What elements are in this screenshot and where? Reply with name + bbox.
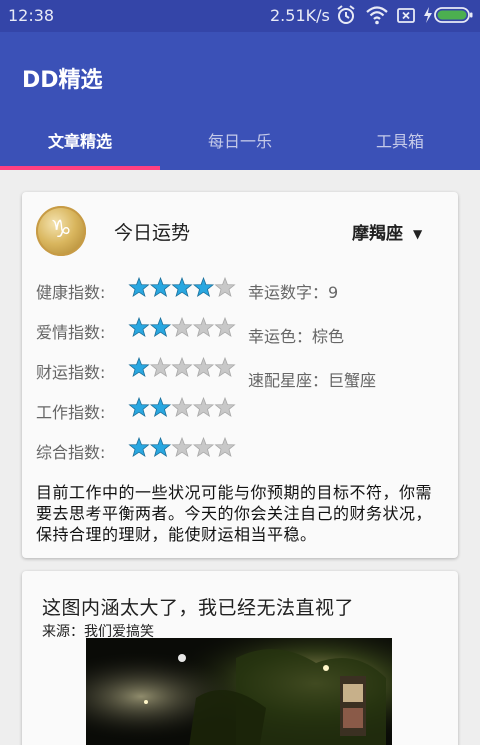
app-title: DD精选 (22, 68, 103, 93)
sim-icon (396, 4, 416, 30)
rating-label: 工作指数: (36, 403, 106, 422)
alarm-icon (336, 4, 356, 30)
tab-bar: 文章精选 每日一乐 工具箱 (0, 122, 480, 170)
battery-icon (434, 4, 474, 30)
network-speed: 2.51K/s (270, 6, 330, 25)
post-title[interactable]: 这图内涵太大了，我已经无法直视了 (42, 593, 354, 620)
star-empty-icon (192, 316, 215, 338)
star-rating (128, 396, 236, 418)
tab-daily-joke[interactable]: 每日一乐 (160, 122, 320, 170)
fortune-title: 今日运势 (114, 222, 191, 244)
star-empty-icon (171, 316, 193, 338)
star-filled-icon (171, 276, 193, 298)
app-bar: DD精选 文章精选 每日一乐 工具箱 (0, 32, 480, 170)
status-time: 12:38 (8, 6, 55, 25)
star-filled-icon (192, 276, 215, 298)
star-filled-icon (149, 436, 172, 458)
star-filled-icon (128, 436, 150, 458)
rating-label: 综合指数: (36, 443, 106, 462)
rating-label: 健康指数: (36, 283, 106, 302)
lucky-number: 幸运数字：9 (248, 283, 339, 302)
charging-icon (423, 4, 433, 30)
tab-indicator (0, 166, 160, 170)
match-sign: 速配星座：巨蟹座 (248, 371, 377, 390)
star-empty-icon (171, 396, 193, 418)
star-rating (128, 436, 236, 458)
fortune-description: 目前工作中的一些状况可能与你预期的目标不符，你需要去思考平衡两者。今天的你会关注… (36, 483, 433, 544)
star-rating (128, 316, 236, 338)
star-filled-icon (149, 316, 172, 338)
horoscope-card: ♑ 今日运势 摩羯座 ▼ 健康指数: 爱情指数: 财运指数: 工作指数: 综合指数… (22, 192, 458, 558)
star-empty-icon (171, 436, 193, 458)
rating-label: 财运指数: (36, 363, 106, 382)
star-rating (128, 356, 236, 378)
lucky-color: 幸运色：棕色 (248, 327, 345, 346)
post-image[interactable] (86, 638, 392, 745)
post-card[interactable]: 这图内涵太大了，我已经无法直视了 来源：我们爱搞笑 (22, 571, 458, 745)
tab-toolbox[interactable]: 工具箱 (320, 122, 480, 170)
star-empty-icon (214, 356, 236, 378)
star-rating (128, 276, 236, 298)
star-empty-icon (214, 276, 236, 298)
star-filled-icon (149, 276, 172, 298)
star-filled-icon (128, 396, 150, 418)
star-empty-icon (214, 396, 236, 418)
star-empty-icon (214, 436, 236, 458)
star-empty-icon (171, 356, 193, 378)
star-empty-icon (149, 356, 172, 378)
star-filled-icon (128, 276, 150, 298)
star-filled-icon (149, 396, 172, 418)
rating-label: 爱情指数: (36, 323, 106, 342)
sign-dropdown[interactable]: 摩羯座 ▼ (352, 219, 422, 244)
status-bar: 12:38 2.51K/s (0, 0, 480, 32)
wifi-icon (366, 4, 388, 30)
star-filled-icon (128, 316, 150, 338)
sign-dropdown-value: 摩羯座 (352, 224, 403, 244)
dropdown-arrow-icon: ▼ (413, 227, 423, 241)
star-empty-icon (192, 396, 215, 418)
capricorn-icon: ♑ (36, 206, 86, 256)
star-empty-icon (192, 356, 215, 378)
tab-articles[interactable]: 文章精选 (0, 122, 160, 170)
star-empty-icon (214, 316, 236, 338)
star-filled-icon (128, 356, 150, 378)
star-empty-icon (192, 436, 215, 458)
